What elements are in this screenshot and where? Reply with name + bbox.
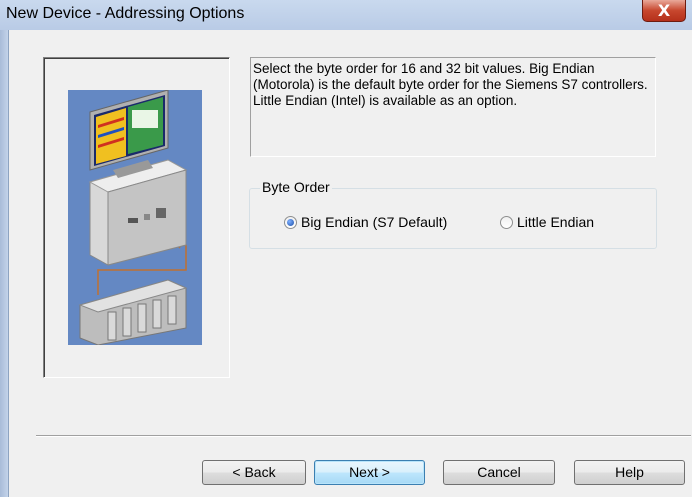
window-border	[0, 30, 8, 497]
illustration-graphic	[78, 89, 188, 346]
separator-line	[36, 435, 691, 437]
little-endian-radio[interactable]: Little Endian	[500, 212, 594, 232]
big-endian-radio[interactable]: Big Endian (S7 Default)	[284, 212, 447, 232]
cancel-button[interactable]: Cancel	[443, 460, 555, 485]
big-endian-label[interactable]: Big Endian (S7 Default)	[301, 214, 447, 230]
window-title: New Device - Addressing Options	[6, 5, 245, 22]
help-button[interactable]: Help	[574, 460, 685, 485]
dialog-window: New Device - Addressing Options X Select…	[0, 0, 692, 497]
illustration-frame	[43, 57, 230, 378]
little-endian-label[interactable]: Little Endian	[517, 214, 594, 230]
radio-unchecked-icon[interactable]	[500, 215, 513, 229]
close-icon: X	[657, 1, 671, 20]
next-button[interactable]: Next >	[314, 460, 425, 485]
byte-order-label: Byte Order	[260, 179, 332, 195]
radio-checked-icon[interactable]	[284, 215, 297, 229]
back-button[interactable]: < Back	[202, 460, 306, 485]
title-bar[interactable]: New Device - Addressing Options X	[0, 0, 692, 30]
close-button[interactable]: X	[642, 0, 686, 22]
computer-network-plc-illustration	[68, 89, 202, 346]
dialog-body: Select the byte order for 16 and 32 bit …	[8, 30, 692, 497]
description-text: Select the byte order for 16 and 32 bit …	[250, 57, 656, 157]
